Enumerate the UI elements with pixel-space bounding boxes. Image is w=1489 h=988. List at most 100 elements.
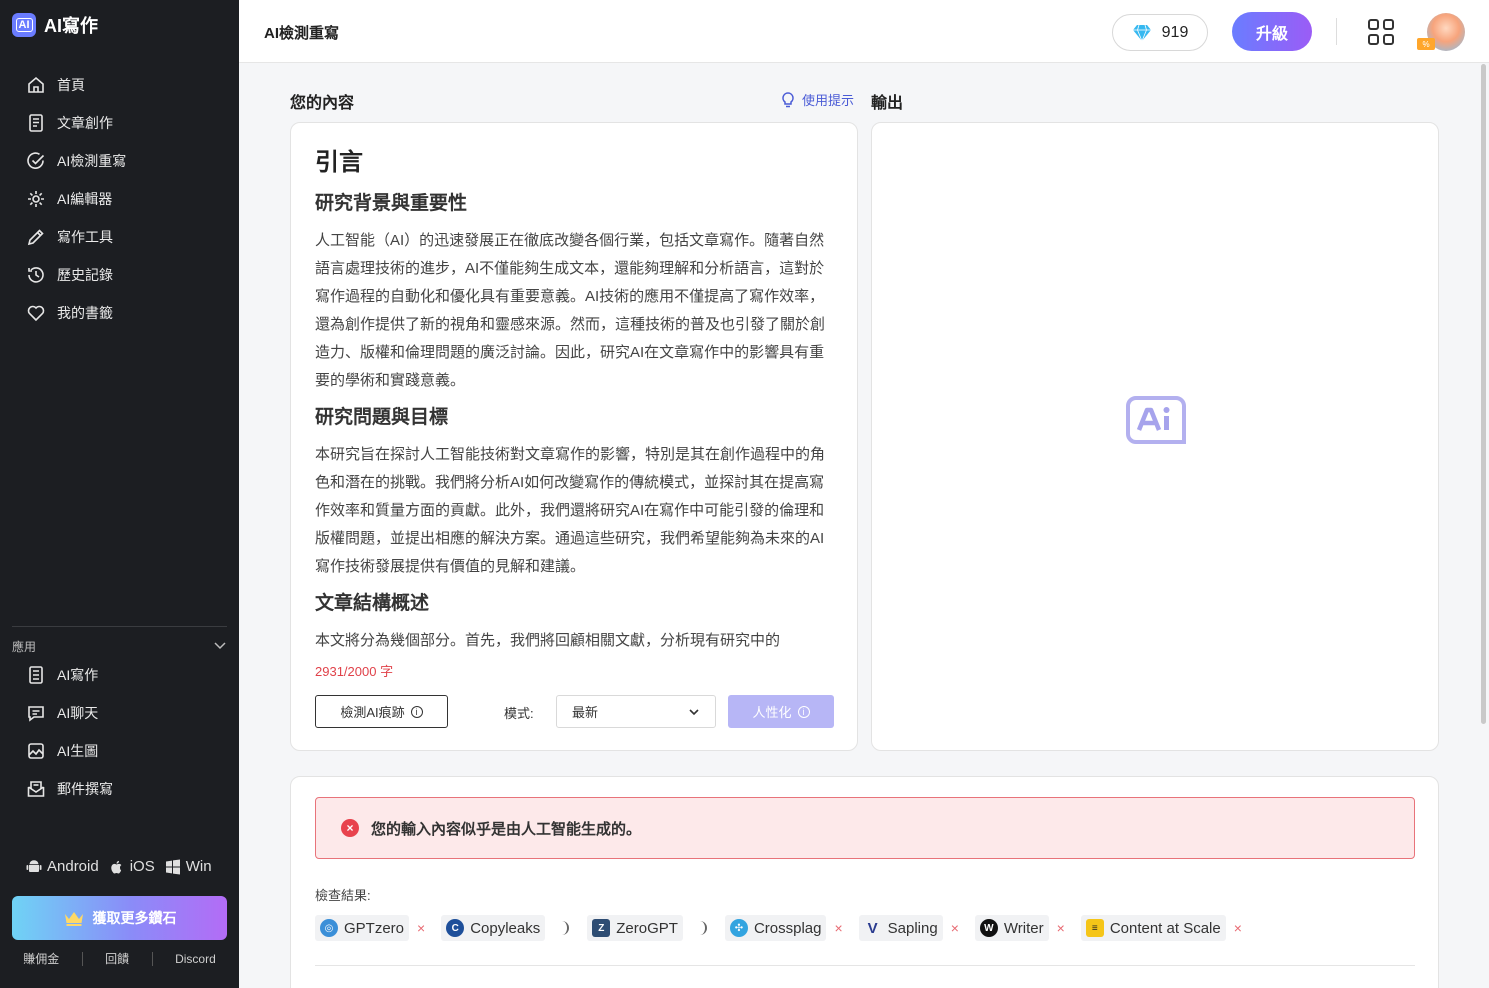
lightbulb-icon [782,91,794,107]
sidebar-item-ai-writing[interactable]: AI寫作 [0,656,239,694]
detector-zerogpt: Z ZeroGPT [587,915,683,941]
doc-title: 引言 [315,149,363,176]
writing-doc-icon [25,664,47,686]
top-header: AI檢測重寫 919 升級 % [239,0,1489,63]
sidebar-item-home[interactable]: 首頁 [0,66,239,104]
gear-icon [25,188,47,210]
platform-ios[interactable]: iOS [109,858,155,875]
sapling-logo-icon: V [867,919,878,937]
detector-writer: W Writer [974,915,1049,941]
ai-detected-alert: × 您的輸入內容似乎是由人工智能生成的。 [315,797,1415,859]
sidebar-item-ai-image[interactable]: AI生圖 [0,732,239,770]
pencil-icon [25,226,47,248]
result-divider [315,965,1415,966]
feedback-link[interactable]: 回饋 [105,950,129,967]
detector-content-at-scale: ≡ Content at Scale [1080,915,1226,941]
content-editor[interactable]: 引言 研究背景與重要性 人工智能（AI）的迅速發展正在徹底改變各個行業，包括文章… [315,147,831,649]
doc-paragraph: 本研究旨在探討人工智能技術對文章寫作的影響，特別是其在創作過程中的角色和潛在的挑… [315,446,826,575]
header-separator [1336,18,1337,45]
get-diamonds-button[interactable]: 獲取更多鑽石 [12,896,227,940]
input-section-title: 您的內容 [290,95,355,112]
home-icon [25,74,47,96]
sidebar-divider [12,626,227,627]
page-title: AI檢測重寫 [264,25,340,42]
history-icon [25,264,47,286]
platform-windows[interactable]: Win [165,858,212,875]
copyleaks-logo-icon: C [446,919,465,937]
sidebar-item-bookmarks[interactable]: 我的書籤 [0,294,239,332]
humanize-button[interactable]: 人性化 i [728,695,834,728]
info-icon: i [797,705,810,718]
apps-list: AI寫作 AI聊天 AI生圖 郵件撰寫 [0,656,239,808]
output-section-title: 輸出 [871,95,904,112]
sidebar-item-label: 我的書籤 [57,305,113,321]
writer-logo-icon: W [979,919,998,937]
chevron-down-icon [213,638,227,655]
platform-android[interactable]: Android [26,858,99,875]
doc-paragraph: 人工智能（AI）的迅速發展正在徹底改變各個行業，包括文章寫作。隨著自然語言處理技… [315,232,826,389]
page-scrollbar[interactable] [1481,64,1486,724]
footer-links: 賺佣金 回饋 Discord [12,950,227,967]
fail-icon: × [417,920,426,936]
apple-icon [110,860,122,873]
results-label: 檢查結果: [315,888,371,903]
sidebar-item-label: AI生圖 [57,743,99,759]
mode-select[interactable]: 最新 [556,695,716,728]
doc-heading: 文章結構概述 [315,593,430,614]
sidebar-item-ai-detect[interactable]: AI檢測重寫 [0,142,239,180]
brand-name: AI寫作 [44,16,98,36]
apps-section-header[interactable]: 應用 [12,638,227,655]
diamond-balance[interactable]: 919 [1112,14,1208,51]
crown-icon [64,912,83,926]
sidebar-item-history[interactable]: 歷史記錄 [0,256,239,294]
discount-badge: % [1417,38,1435,50]
gptzero-logo-icon: ◎ [320,919,338,937]
info-icon: i [410,705,423,718]
discord-link[interactable]: Discord [175,952,216,966]
sidebar-item-label: AI寫作 [57,667,99,683]
diamond-count: 919 [1161,23,1189,41]
sidebar-item-ai-editor[interactable]: AI編輯器 [0,180,239,218]
detect-ai-button[interactable]: 檢測AI痕跡 i [315,695,448,728]
diamond-icon [1132,24,1151,42]
sidebar-item-label: 郵件撰寫 [57,781,113,797]
sidebar-nav: 首頁 文章創作 AI檢測重寫 AI編輯器 寫作工具 歷史記錄 我的書籤 [0,66,239,332]
detector-crossplag: ✣ Crossplag [724,915,827,941]
affiliate-link[interactable]: 賺佣金 [23,950,59,967]
fail-icon: × [834,920,843,936]
sidebar-item-mail[interactable]: 郵件撰寫 [0,770,239,808]
sidebar-item-label: AI編輯器 [57,191,113,207]
loading-spinner-icon [557,921,570,935]
apps-grid-icon[interactable] [1367,18,1395,46]
apps-section-title: 應用 [12,640,37,654]
sidebar-item-label: AI檢測重寫 [57,153,127,169]
fail-icon: × [1056,920,1065,936]
usage-tips-link[interactable]: 使用提示 [779,90,854,109]
sidebar-item-article[interactable]: 文章創作 [0,104,239,142]
mode-value: 最新 [572,705,599,720]
error-icon: × [341,819,359,837]
detector-sapling: V Sapling [858,915,943,941]
doc-paragraph: 本文將分為幾個部分。首先，我們將回顧相關文獻，分析現有研究中的 [315,632,781,649]
sidebar-item-writing-tools[interactable]: 寫作工具 [0,218,239,256]
detector-copyleaks: C Copyleaks [441,915,546,941]
android-icon [26,859,42,872]
fail-icon: × [950,920,959,936]
upgrade-button[interactable]: 升級 [1232,12,1312,51]
sidebar-item-label: 寫作工具 [57,229,113,245]
crossplag-logo-icon: ✣ [729,919,748,937]
detection-result-card: × 您的輸入內容似乎是由人工智能生成的。 檢查結果: ◎ GPTzero × C… [290,776,1439,988]
input-card: 引言 研究背景與重要性 人工智能（AI）的迅速發展正在徹底改變各個行業，包括文章… [290,122,858,751]
platform-downloads: Android iOS Win [26,858,216,875]
mail-icon [25,778,47,800]
check-circle-icon [25,150,47,172]
detector-gptzero: ◎ GPTzero [315,915,410,941]
brand-logo-icon: AI [12,13,36,37]
fail-icon: × [1233,920,1242,936]
sidebar-item-ai-chat[interactable]: AI聊天 [0,694,239,732]
detector-list: ◎ GPTzero × C Copyleaks Z ZeroGPT ✣ Cros… [315,915,1252,941]
doc-heading: 研究問題與目標 [315,407,449,428]
brand[interactable]: AI AI寫作 [12,12,98,38]
image-icon [25,740,47,762]
zerogpt-logo-icon: Z [592,919,611,937]
